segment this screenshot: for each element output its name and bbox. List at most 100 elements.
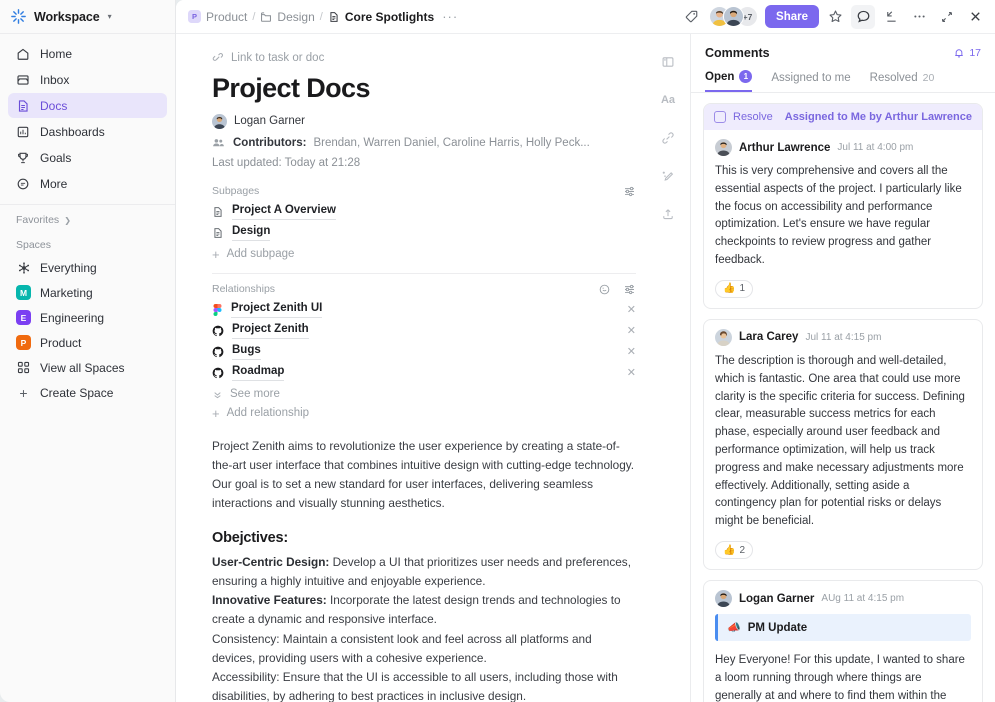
relationship-row[interactable]: Project Zenith UI ✕	[212, 301, 636, 319]
comment-body: Logan Garner AUg 11 at 4:15 pm 📣 PM Upda…	[704, 581, 982, 702]
comment-card: Lara Carey Jul 11 at 4:15 pm The descrip…	[703, 319, 983, 570]
avatar	[715, 139, 732, 156]
tab-label: Assigned to me	[771, 72, 850, 84]
font-size-icon[interactable]: Aa	[658, 90, 678, 110]
remove-relationship-icon[interactable]: ✕	[627, 303, 636, 316]
relationships-header: Relationships	[212, 283, 636, 296]
add-subpage-button[interactable]: + Add subpage	[212, 245, 636, 264]
ellipsis-icon[interactable]	[907, 5, 931, 29]
collapse-down-icon[interactable]	[879, 5, 903, 29]
tab-label: Open	[705, 71, 734, 83]
space-item-engineering[interactable]: E Engineering	[8, 305, 167, 330]
doc-icon	[212, 206, 224, 218]
reaction-chip[interactable]: 👍 1	[715, 280, 753, 298]
space-item-label: Product	[40, 336, 81, 350]
space-item-view-all-spaces[interactable]: View all Spaces	[8, 355, 167, 380]
megaphone-icon: 📣	[727, 621, 741, 634]
objective-item: Accessibility: Ensure that the UI is acc…	[212, 668, 636, 702]
relationship-sync-icon[interactable]	[598, 283, 611, 296]
relationships-label: Relationships	[212, 283, 275, 295]
document-content: Link to task or doc Project Docs Logan G…	[176, 34, 690, 702]
space-avatar-m: M	[16, 285, 31, 300]
divider	[212, 273, 636, 274]
upload-icon[interactable]	[658, 204, 678, 224]
tab-label: Resolved	[870, 72, 918, 84]
add-subpage-label: Add subpage	[227, 248, 295, 260]
space-item-marketing[interactable]: M Marketing	[8, 280, 167, 305]
link-icon[interactable]	[658, 128, 678, 148]
collaborator-avatars[interactable]: +7	[709, 6, 758, 27]
link-to-task-row[interactable]: Link to task or doc	[212, 52, 636, 64]
assigned-note: Assigned to Me by Arthur Lawrence	[785, 111, 972, 123]
notifications-button[interactable]: 17	[953, 47, 981, 59]
link-icon	[212, 52, 224, 64]
relationship-row[interactable]: Project Zenith ✕	[212, 322, 636, 340]
remove-relationship-icon[interactable]: ✕	[627, 324, 636, 337]
breadcrumb-item-product[interactable]: P Product	[188, 10, 247, 24]
split-panel-icon[interactable]	[658, 52, 678, 72]
resolve-checkbox[interactable]	[714, 111, 726, 123]
subpages-label: Subpages	[212, 185, 259, 197]
tab-assigned-to-me[interactable]: Assigned to me	[771, 72, 850, 91]
space-item-everything[interactable]: Everything	[8, 255, 167, 280]
comment-author-row: Logan Garner AUg 11 at 4:15 pm	[715, 590, 971, 607]
relationship-row[interactable]: Roadmap ✕	[212, 364, 636, 382]
ai-sparkle-icon[interactable]	[658, 166, 678, 186]
relationships-settings-icon[interactable]	[623, 283, 636, 296]
star-icon[interactable]	[823, 5, 847, 29]
sidebar-item-home[interactable]: Home	[8, 41, 167, 66]
space-item-label: View all Spaces	[40, 361, 125, 375]
tab-resolved[interactable]: Resolved 20	[870, 72, 935, 91]
share-button[interactable]: Share	[765, 5, 819, 28]
breadcrumb-overflow-icon[interactable]: ···	[442, 9, 458, 24]
sidebar-item-goals[interactable]: Goals	[8, 145, 167, 170]
objective-item: User-Centric Design: Develop a UI that p…	[212, 553, 636, 591]
favorites-header[interactable]: Favorites ❯	[0, 205, 175, 230]
comment-author-name: Logan Garner	[739, 593, 814, 605]
subpage-row[interactable]: Design	[212, 224, 636, 242]
plus-icon: +	[16, 386, 31, 400]
sidebar-item-more[interactable]: More	[8, 171, 167, 196]
subpage-row[interactable]: Project A Overview	[212, 203, 636, 221]
tab-open[interactable]: Open 1	[705, 70, 752, 92]
close-icon[interactable]	[963, 5, 987, 29]
subpages-settings-icon[interactable]	[623, 185, 636, 198]
sidebar-item-docs[interactable]: Docs	[8, 93, 167, 118]
breadcrumb: P Product / Design /	[188, 9, 458, 24]
spaces-label: Spaces	[16, 239, 51, 251]
tag-icon[interactable]	[679, 5, 703, 29]
chevron-down-icon[interactable]: ▾	[108, 12, 112, 21]
comments-list[interactable]: Resolve Assigned to Me by Arthur Lawrenc…	[691, 93, 995, 702]
space-item-label: Engineering	[40, 311, 104, 325]
remove-relationship-icon[interactable]: ✕	[627, 345, 636, 358]
objective-text: Consistency: Maintain a consistent look …	[212, 632, 592, 665]
intro-paragraph: Project Zenith aims to revolutionize the…	[212, 437, 636, 513]
add-relationship-button[interactable]: + Add relationship	[212, 404, 636, 423]
avatar	[723, 6, 744, 27]
sidebar-item-inbox[interactable]: Inbox	[8, 67, 167, 92]
workspace-switcher[interactable]: Workspace ▾	[0, 0, 175, 34]
space-item-create-space[interactable]: + Create Space	[8, 380, 167, 405]
relationship-row[interactable]: Bugs ✕	[212, 343, 636, 361]
space-item-product[interactable]: P Product	[8, 330, 167, 355]
expand-icon[interactable]	[935, 5, 959, 29]
comment-icon[interactable]	[851, 5, 875, 29]
spaces-header[interactable]: Spaces	[0, 230, 175, 255]
breadcrumb-item-core-spotlights[interactable]: Core Spotlights	[328, 10, 434, 24]
see-more-label: See more	[230, 388, 280, 400]
sidebar-item-label: Docs	[40, 99, 67, 113]
comment-author-row: Lara Carey Jul 11 at 4:15 pm	[715, 329, 971, 346]
sidebar-item-dashboards[interactable]: Dashboards	[8, 119, 167, 144]
remove-relationship-icon[interactable]: ✕	[627, 366, 636, 379]
thumbs-up-icon: 👍	[723, 283, 735, 294]
see-more-button[interactable]: See more	[212, 385, 636, 404]
avatar	[212, 114, 227, 129]
reaction-chip[interactable]: 👍 2	[715, 541, 753, 559]
comment-timestamp: AUg 11 at 4:15 pm	[821, 593, 904, 604]
callout-title: PM Update	[748, 622, 807, 634]
comment-card: Logan Garner AUg 11 at 4:15 pm 📣 PM Upda…	[703, 580, 983, 702]
breadcrumb-item-design[interactable]: Design	[260, 10, 314, 24]
document-pane: Link to task or doc Project Docs Logan G…	[176, 34, 690, 702]
reaction-count: 2	[739, 545, 745, 556]
resolve-label[interactable]: Resolve	[733, 111, 773, 123]
